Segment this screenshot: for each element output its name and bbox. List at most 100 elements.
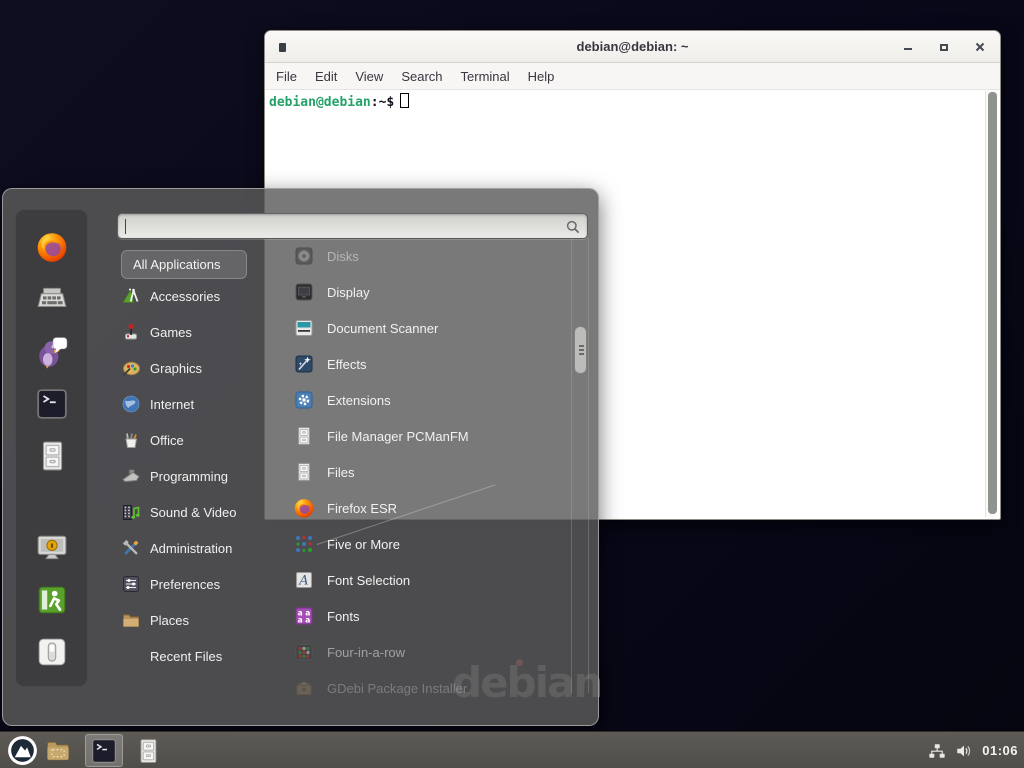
menu-view[interactable]: View bbox=[346, 63, 392, 90]
favorite-lock-screen[interactable] bbox=[35, 531, 69, 565]
application-menu: All Applications Accessories Games Gra bbox=[2, 188, 599, 726]
folder-icon bbox=[44, 737, 72, 765]
menu-file[interactable]: File bbox=[267, 63, 306, 90]
menu-button[interactable] bbox=[6, 734, 39, 767]
app-gdebi-package-installer[interactable]: GDebi Package Installer bbox=[293, 670, 557, 706]
category-places[interactable]: Places bbox=[121, 602, 281, 638]
terminal-menubar: File Edit View Search Terminal Help bbox=[265, 63, 1000, 90]
pidgin-icon bbox=[35, 335, 69, 369]
search-icon bbox=[565, 219, 581, 235]
document-scanner-icon bbox=[293, 317, 315, 339]
terminal-title: debian@debian: ~ bbox=[265, 31, 1000, 63]
file-cabinet-icon bbox=[134, 737, 162, 765]
shell-prompt: debian@debian:~$ bbox=[269, 93, 409, 110]
app-files[interactable]: Files bbox=[293, 454, 557, 490]
taskbar-terminal[interactable] bbox=[85, 734, 123, 767]
system-tray: 01:06 bbox=[928, 732, 1018, 768]
window-controls bbox=[902, 31, 986, 63]
games-icon bbox=[121, 322, 141, 342]
places-icon bbox=[121, 610, 141, 630]
office-icon bbox=[121, 430, 141, 450]
menu-scrollbar-thumb[interactable] bbox=[574, 326, 587, 374]
favorite-firefox[interactable] bbox=[35, 230, 69, 264]
taskbar-file-manager[interactable] bbox=[42, 735, 74, 766]
effects-icon bbox=[293, 353, 315, 375]
terminal-titlebar[interactable]: debian@debian: ~ bbox=[265, 31, 1000, 63]
menu-help[interactable]: Help bbox=[519, 63, 564, 90]
prompt-user-host: debian@debian bbox=[269, 95, 371, 110]
menu-edit[interactable]: Edit bbox=[306, 63, 346, 90]
close-button[interactable] bbox=[974, 41, 986, 53]
app-document-scanner[interactable]: Document Scanner bbox=[293, 310, 557, 346]
desktop: debian debian@debian: ~ File Edit View S… bbox=[0, 0, 1024, 768]
display-icon bbox=[293, 281, 315, 303]
category-accessories[interactable]: Accessories bbox=[121, 278, 281, 314]
category-label: All Applications bbox=[133, 257, 220, 272]
volume-icon[interactable] bbox=[955, 742, 973, 760]
favorite-pidgin[interactable] bbox=[35, 335, 69, 369]
category-sound-video[interactable]: Sound & Video bbox=[121, 494, 281, 530]
app-fonts[interactable]: a aa a Fonts bbox=[293, 598, 557, 634]
category-list: Accessories Games Graphics Internet bbox=[121, 278, 281, 674]
programming-icon bbox=[121, 466, 141, 486]
app-extensions[interactable]: Extensions bbox=[293, 382, 557, 418]
app-disks[interactable]: Disks bbox=[293, 238, 557, 274]
graphics-icon bbox=[121, 358, 141, 378]
taskbar-file-cabinet[interactable] bbox=[132, 735, 164, 766]
fonts-icon: a aa a bbox=[293, 605, 315, 627]
minimize-button[interactable] bbox=[902, 41, 914, 53]
prompt-path: :~$ bbox=[371, 95, 394, 110]
five-or-more-icon bbox=[293, 533, 315, 555]
category-recent-files[interactable]: Recent Files bbox=[121, 638, 281, 674]
application-list: Disks Display Document Scanner Effects bbox=[293, 238, 557, 706]
file-cabinet-icon bbox=[293, 461, 315, 483]
lock-screen-icon bbox=[35, 531, 69, 565]
preferences-icon bbox=[121, 574, 141, 594]
internet-icon bbox=[121, 394, 141, 414]
terminal-icon bbox=[35, 387, 69, 421]
menu-search-box[interactable] bbox=[117, 213, 588, 239]
favorite-quit[interactable] bbox=[35, 635, 69, 669]
app-four-in-a-row[interactable]: Four-in-a-row bbox=[293, 634, 557, 670]
category-games[interactable]: Games bbox=[121, 314, 281, 350]
firefox-icon bbox=[293, 497, 315, 519]
search-input[interactable] bbox=[126, 215, 556, 237]
file-cabinet-icon bbox=[35, 439, 69, 473]
terminal-cursor bbox=[400, 93, 409, 108]
terminal-scrollbar-thumb[interactable] bbox=[988, 92, 997, 514]
menu-scrollbar[interactable] bbox=[571, 238, 589, 693]
terminal-icon bbox=[90, 737, 118, 765]
category-graphics[interactable]: Graphics bbox=[121, 350, 281, 386]
category-internet[interactable]: Internet bbox=[121, 386, 281, 422]
network-icon[interactable] bbox=[928, 742, 946, 760]
category-programming[interactable]: Programming bbox=[121, 458, 281, 494]
file-cabinet-icon bbox=[293, 425, 315, 447]
close-icon bbox=[975, 42, 985, 52]
shutdown-icon bbox=[35, 635, 69, 669]
svg-text:a a: a a bbox=[298, 616, 311, 625]
disks-icon bbox=[293, 245, 315, 267]
favorite-terminal[interactable] bbox=[35, 387, 69, 421]
clock[interactable]: 01:06 bbox=[982, 743, 1018, 758]
menu-terminal[interactable]: Terminal bbox=[452, 63, 519, 90]
category-office[interactable]: Office bbox=[121, 422, 281, 458]
sound-video-icon bbox=[121, 502, 141, 522]
terminal-scrollbar[interactable] bbox=[985, 91, 997, 517]
extensions-icon bbox=[293, 389, 315, 411]
app-font-selection[interactable]: A Font Selection bbox=[293, 562, 557, 598]
app-five-or-more[interactable]: Five or More bbox=[293, 526, 557, 562]
favorite-file-manager[interactable] bbox=[35, 439, 69, 473]
app-effects[interactable]: Effects bbox=[293, 346, 557, 382]
category-all-applications[interactable]: All Applications bbox=[121, 250, 247, 279]
accessories-icon bbox=[121, 286, 141, 306]
maximize-button[interactable] bbox=[938, 41, 950, 53]
app-file-manager-pcmanfm[interactable]: File Manager PCManFM bbox=[293, 418, 557, 454]
category-preferences[interactable]: Preferences bbox=[121, 566, 281, 602]
favorite-log-out[interactable] bbox=[35, 583, 69, 617]
favorite-software-manager[interactable] bbox=[35, 282, 69, 316]
app-display[interactable]: Display bbox=[293, 274, 557, 310]
taskbar: 01:06 bbox=[0, 731, 1024, 768]
category-administration[interactable]: Administration bbox=[121, 530, 281, 566]
software-manager-icon bbox=[35, 282, 69, 316]
menu-search[interactable]: Search bbox=[392, 63, 451, 90]
